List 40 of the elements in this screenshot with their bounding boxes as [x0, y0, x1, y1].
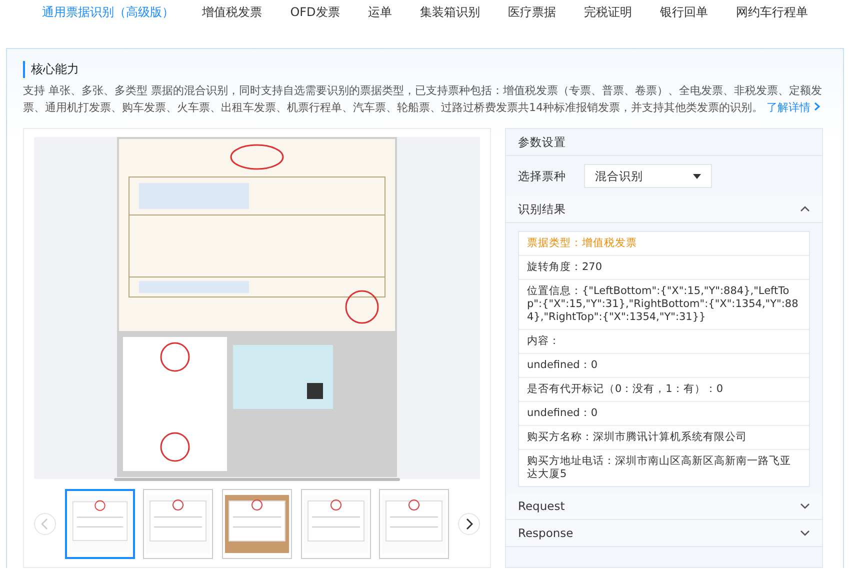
result-row: 位置信息：{"LeftBottom":{"X":15,"Y":884},"LeftTop":{"X":15,"Y":31},"RightBottom":{"X":1354,"Y":884},"RightTop":{"X":1354,"Y":31}} [519, 280, 809, 330]
nav-tab[interactable]: OFD发票 [276, 0, 354, 24]
thumbnail[interactable] [222, 489, 292, 559]
result-row: 是否有代开标记（0：没有，1：有）：0 [519, 378, 809, 402]
panel-title: 参数设置 [518, 134, 566, 150]
result-row: undefined：0 [519, 402, 809, 426]
nav-tab[interactable]: 完税证明 [570, 0, 646, 24]
nav-tab[interactable]: 增值税发票 [188, 0, 276, 24]
results-header[interactable]: 识别结果 [506, 196, 822, 223]
chevron-icon [800, 503, 810, 509]
result-row: 票据类型：增值税发票 [519, 232, 809, 256]
section-header[interactable]: Response [506, 520, 822, 547]
description-text: 支持 单张、多张、多类型 票据的混合识别，同时支持自选需要识别的票据类型，已支持票种包括：增值税发票（专票、普票、卷票）、全电发票、非税发票、定额发票、通用机打发票、购车发票、火车票、出租车发票、机票行程单、汽车票、轮船票、过路过桥费发票共14种标准报销发票，并支持其他类发票的识别。 了解详情 [23, 83, 823, 116]
nav-tab[interactable]: 网约车行程单 [722, 0, 822, 24]
chevron-right-icon [814, 102, 821, 111]
next-button[interactable] [458, 513, 480, 535]
dropdown-caret-icon [693, 174, 701, 178]
result-row: 旋转角度：270 [519, 256, 809, 280]
thumbnail[interactable] [64, 489, 135, 559]
scrollbar[interactable] [114, 478, 400, 481]
section-header[interactable]: Request [506, 493, 822, 520]
previous-button[interactable] [34, 513, 56, 535]
thumbnail[interactable] [143, 489, 214, 559]
nav-tab[interactable]: 运单 [354, 0, 406, 24]
chevron-left-icon [41, 518, 49, 530]
nav-tab[interactable]: 医疗票据 [494, 0, 570, 24]
result-row: 内容： [519, 330, 809, 354]
result-row-text: 购买方地址电话：深圳市南山区高新区高新南一路飞亚达大厦5 [526, 454, 792, 482]
chevron-icon [800, 206, 810, 212]
section-title: 核心能力 [23, 61, 827, 78]
chevron-right-icon [464, 518, 473, 530]
result-row: 购买方名称：深圳市腾讯计算机系统有限公司 [519, 426, 809, 450]
thumbnail[interactable] [379, 489, 450, 559]
result-row: undefined：0 [519, 354, 809, 378]
chevron-icon [800, 530, 810, 536]
thumbnail[interactable] [300, 489, 371, 559]
ticket-type-dropdown[interactable]: 混合识别 [584, 164, 712, 188]
field-label: 选择票种 [518, 168, 566, 184]
nav-tab[interactable]: 集装箱识别 [406, 0, 494, 24]
nav-tab[interactable]: 银行回单 [646, 0, 722, 24]
